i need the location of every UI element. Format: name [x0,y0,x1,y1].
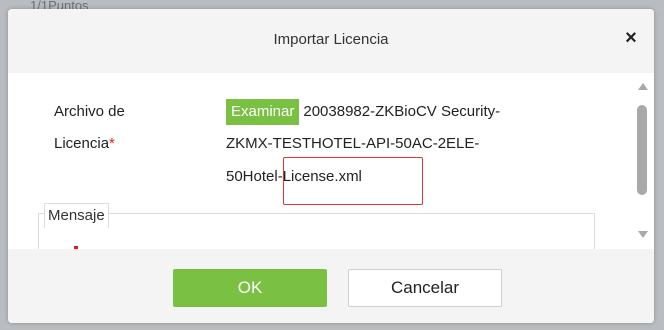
license-file-label-line2: Licencia* [54,128,115,160]
file-name-row-1: Examinar 20038982-ZKBioCV Security- [226,96,500,128]
ok-button[interactable]: OK [173,269,327,307]
license-file-label-line1: Archivo de [54,103,125,120]
dialog-footer: OK Cancelar [8,249,654,323]
license-file-label-text: Licencia [54,135,110,152]
background-text: 1/1Puntos [30,0,89,9]
scroll-down-arrow-icon[interactable] [638,231,648,238]
file-name-part-2: ZKMX-TESTHOTEL-API-50AC-2ELE- [226,135,480,152]
scrollbar-thumb[interactable] [637,105,647,195]
close-icon[interactable]: × [620,27,642,49]
browse-button[interactable]: Examinar [226,99,300,126]
file-name-part-1: 20038982-ZKBioCV Security- [303,103,501,120]
required-mark: * [109,135,115,152]
highlight-annotation-box [283,157,423,205]
dialog-header: Importar Licencia × [8,9,654,73]
message-legend: Mensaje [44,203,109,228]
scroll-up-arrow-icon[interactable] [638,83,648,90]
import-license-dialog: Importar Licencia × Archivo de Licencia*… [8,9,654,323]
dialog-title: Importar Licencia [273,31,389,48]
dialog-body: Archivo de Licencia* Examinar 20038982-ZK… [8,73,654,249]
message-fieldset [38,213,595,249]
vertical-scrollbar[interactable] [636,83,650,247]
cancel-button[interactable]: Cancelar [348,269,502,307]
